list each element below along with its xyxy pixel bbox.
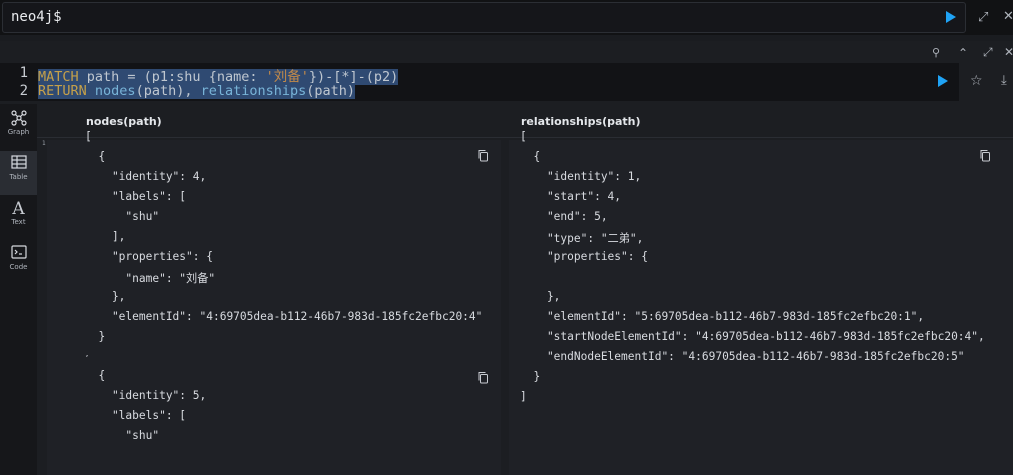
close-icon[interactable]: ✕	[1004, 45, 1013, 59]
copy-icon[interactable]	[979, 147, 991, 162]
view-sidebar: Graph Table A Text Code	[0, 104, 37, 475]
copy-icon[interactable]	[477, 147, 489, 162]
sidebar-item-label: Code	[9, 263, 28, 271]
json-line: ]	[520, 390, 527, 403]
pin-icon[interactable]: ⚲	[932, 46, 940, 60]
sidebar-item-label: Text	[11, 218, 26, 226]
sidebar-item-graph[interactable]: Graph	[0, 106, 37, 150]
code-token: (path),	[135, 83, 201, 99]
json-line: "identity": 4,	[85, 170, 207, 183]
code-line-2: RETURN nodes(path), relationships(path)	[38, 83, 356, 99]
function-token: nodes	[94, 83, 136, 99]
prompt-text: neo4j$	[11, 9, 62, 25]
json-line: "start": 4,	[520, 190, 622, 203]
json-line: "identity": 5,	[85, 389, 207, 402]
json-line: {	[85, 369, 106, 382]
json-line: "name": "刘备"	[85, 272, 216, 285]
line-number: 1	[19, 65, 28, 81]
json-line: "labels": [	[85, 190, 187, 203]
line-number: 2	[19, 83, 28, 99]
sidebar-item-table[interactable]: Table	[0, 151, 37, 195]
run-editor-play-icon[interactable]	[938, 75, 948, 87]
sidebar-item-label: Graph	[7, 128, 30, 136]
code-line-1: MATCH path = (p1:shu {name: '刘备'})-[*]-(…	[38, 65, 399, 85]
json-line: "startNodeElementId": "4:69705dea-b112-4…	[520, 330, 985, 343]
json-line: }	[85, 330, 106, 343]
json-line: ,	[85, 350, 90, 358]
download-icon[interactable]: ⤓	[1001, 74, 1007, 88]
json-line: ],	[85, 230, 126, 243]
results-table: nodes(path) relationships(path) 1 [ { "i…	[37, 104, 1013, 475]
chevron-up-icon[interactable]: ⌃	[958, 46, 968, 60]
json-line: [	[85, 130, 92, 143]
star-icon[interactable]: ☆	[970, 74, 983, 88]
return-keyword: RETURN	[38, 83, 87, 99]
table-icon	[0, 151, 37, 173]
frame-toolbar: ⚲ ⌃ ⤢ ✕	[0, 41, 1013, 63]
json-line: "endNodeElementId": "4:69705dea-b112-46b…	[520, 350, 965, 363]
json-line: "identity": 1,	[520, 170, 642, 183]
json-line: "shu"	[85, 429, 160, 442]
sidebar-item-text[interactable]: A Text	[0, 196, 37, 240]
json-line: {	[85, 150, 106, 163]
json-line: "end": 5,	[520, 210, 608, 223]
expand-icon[interactable]: ⤢	[978, 11, 988, 25]
json-line: "elementId": "4:69705dea-b112-46b7-983d-…	[85, 310, 483, 323]
json-line: },	[85, 290, 126, 303]
json-line: [	[520, 130, 527, 143]
editor-actions: ☆ ⤓	[959, 63, 1013, 101]
json-line: {	[520, 150, 541, 163]
json-line: "properties": {	[520, 250, 648, 263]
json-line: "labels": [	[85, 409, 187, 422]
code-icon	[0, 241, 37, 263]
graph-icon	[0, 106, 37, 128]
json-line: "shu"	[85, 210, 160, 223]
sidebar-item-label: Table	[9, 173, 28, 181]
text-icon: A	[12, 199, 25, 219]
run-query-play-icon[interactable]	[946, 11, 956, 23]
json-line: }	[520, 370, 541, 383]
json-line: "properties": {	[85, 250, 213, 263]
result-frame: ⚲ ⌃ ⤢ ✕ 1 2 MATCH path = (p1:shu {name: …	[0, 41, 1013, 475]
sidebar-item-code[interactable]: Code	[0, 241, 37, 285]
json-line: },	[520, 290, 561, 303]
copy-icon[interactable]	[477, 369, 489, 384]
cypher-prompt-input[interactable]: neo4j$	[2, 2, 966, 33]
function-token: relationships	[200, 83, 307, 99]
column-header-nodes: nodes(path)	[86, 115, 162, 128]
expand-icon[interactable]: ⤢	[983, 45, 993, 59]
json-line: "elementId": "5:69705dea-b112-46b7-983d-…	[520, 310, 925, 323]
prompt-bar: neo4j$ ⤢ ✕	[0, 0, 1013, 35]
code-token: (path)	[306, 83, 356, 99]
json-line: "type": "二弟",	[520, 232, 644, 245]
column-header-relationships: relationships(path)	[521, 115, 641, 128]
close-icon[interactable]: ✕	[1003, 10, 1013, 24]
query-editor[interactable]: 1 2 MATCH path = (p1:shu {name: '刘备'})-[…	[0, 63, 959, 101]
row-index: 1	[42, 140, 46, 147]
